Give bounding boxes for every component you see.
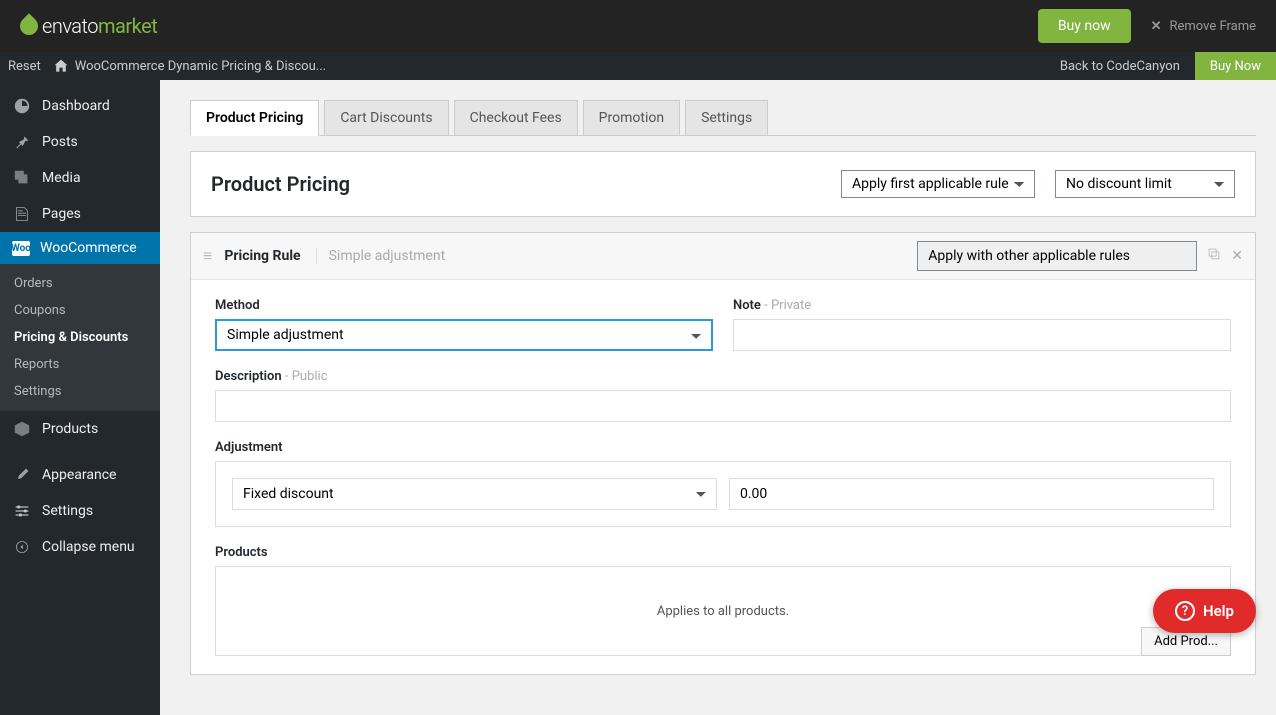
- sidebar-label: Products: [42, 421, 98, 437]
- description-label: Description - Public: [215, 369, 1231, 384]
- tab-product-pricing[interactable]: Product Pricing: [190, 100, 319, 136]
- close-rule-icon[interactable]: ✕: [1231, 248, 1243, 264]
- help-label: Help: [1203, 602, 1234, 620]
- back-to-codecanyon-link[interactable]: Back to CodeCanyon: [1045, 59, 1195, 74]
- duplicate-icon[interactable]: [1207, 247, 1221, 265]
- adjustment-label: Adjustment: [215, 440, 1231, 455]
- tabs-nav: Product Pricing Cart Discounts Checkout …: [190, 100, 1256, 136]
- woocommerce-icon: Woo: [12, 241, 30, 256]
- sidebar-sub-pricing[interactable]: Pricing & Discounts: [0, 324, 160, 351]
- products-box: Applies to all products. Add Prod...: [215, 566, 1231, 656]
- tab-promotion[interactable]: Promotion: [583, 100, 680, 135]
- dashboard-icon: [12, 96, 32, 116]
- adjustment-type-select[interactable]: Fixed discount: [232, 478, 717, 510]
- wp-admin-bar: Reset WooCommerce Dynamic Pricing & Disc…: [0, 52, 1276, 80]
- collapse-icon: [12, 537, 32, 557]
- sidebar-sub-reports[interactable]: Reports: [0, 351, 160, 378]
- products-label: Products: [215, 545, 1231, 560]
- sidebar-item-products[interactable]: Products: [0, 411, 160, 447]
- products-empty-text: Applies to all products.: [657, 604, 789, 619]
- panel-header: Product Pricing Apply first applicable r…: [190, 151, 1256, 217]
- rule-body: Method Simple adjustment Note - Private …: [191, 280, 1255, 674]
- products-icon: [12, 419, 32, 439]
- sidebar-label: Dashboard: [42, 98, 110, 114]
- sidebar-item-settings[interactable]: Settings: [0, 493, 160, 529]
- leaf-icon: [16, 13, 41, 38]
- adjustment-value-input[interactable]: [729, 478, 1214, 510]
- main-content: Product Pricing Cart Discounts Checkout …: [160, 80, 1276, 715]
- sidebar-sub-settings[interactable]: Settings: [0, 378, 160, 405]
- logo-text: envatomarket: [42, 14, 157, 38]
- pages-icon: [12, 204, 32, 224]
- drag-handle-icon[interactable]: ≡: [203, 246, 212, 266]
- rule-header: ≡ Pricing Rule Simple adjustment Apply w…: [191, 233, 1255, 280]
- sidebar-label: Pages: [42, 206, 81, 222]
- envato-topbar: envatomarket Buy now ✕ Remove Frame: [0, 0, 1276, 52]
- close-icon: ✕: [1151, 19, 1162, 34]
- method-select[interactable]: Simple adjustment: [215, 319, 713, 351]
- reset-link[interactable]: Reset: [8, 59, 41, 74]
- tab-settings[interactable]: Settings: [685, 100, 768, 135]
- envato-logo[interactable]: envatomarket: [20, 14, 157, 38]
- remove-frame-link[interactable]: ✕ Remove Frame: [1151, 19, 1256, 34]
- apply-rule-select[interactable]: Apply first applicable rule: [841, 170, 1035, 198]
- media-icon: [12, 168, 32, 188]
- sidebar-item-collapse[interactable]: Collapse menu: [0, 529, 160, 565]
- help-icon: ?: [1175, 601, 1195, 621]
- sidebar-item-media[interactable]: Media: [0, 160, 160, 196]
- sidebar-item-posts[interactable]: Posts: [0, 124, 160, 160]
- sidebar-sub-orders[interactable]: Orders: [0, 270, 160, 297]
- method-label: Method: [215, 298, 713, 313]
- rule-title: Pricing Rule: [224, 248, 316, 264]
- pin-icon: [12, 132, 32, 152]
- sidebar-submenu: Orders Coupons Pricing & Discounts Repor…: [0, 264, 160, 411]
- remove-frame-label: Remove Frame: [1170, 19, 1257, 34]
- sidebar-label: Posts: [42, 134, 78, 150]
- home-icon[interactable]: WooCommerce Dynamic Pricing & Discou...: [53, 58, 326, 74]
- note-input[interactable]: [733, 319, 1231, 351]
- sidebar-label: Appearance: [42, 467, 116, 483]
- sidebar-item-appearance[interactable]: Appearance: [0, 457, 160, 493]
- admin-sidebar: Dashboard Posts Media Pages Woo WooComme…: [0, 80, 160, 715]
- rule-subtitle: Simple adjustment: [329, 248, 446, 264]
- sidebar-label: WooCommerce: [40, 240, 137, 256]
- pricing-rule-box: ≡ Pricing Rule Simple adjustment Apply w…: [190, 232, 1256, 675]
- description-input[interactable]: [215, 390, 1231, 422]
- tab-checkout-fees[interactable]: Checkout Fees: [454, 100, 578, 135]
- sidebar-item-woocommerce[interactable]: Woo WooCommerce: [0, 232, 160, 264]
- adjustment-box: Fixed discount: [215, 461, 1231, 527]
- buy-now-top-link[interactable]: Buy Now: [1195, 52, 1276, 80]
- sliders-icon: [12, 501, 32, 521]
- brush-icon: [12, 465, 32, 485]
- site-title: WooCommerce Dynamic Pricing & Discou...: [75, 59, 326, 74]
- tab-cart-discounts[interactable]: Cart Discounts: [324, 100, 448, 135]
- sidebar-item-pages[interactable]: Pages: [0, 196, 160, 232]
- sidebar-label: Media: [42, 170, 81, 186]
- sidebar-label: Settings: [42, 503, 93, 519]
- sidebar-label: Collapse menu: [42, 539, 135, 555]
- sidebar-item-dashboard[interactable]: Dashboard: [0, 88, 160, 124]
- page-title: Product Pricing: [211, 172, 350, 196]
- rule-apply-select[interactable]: Apply with other applicable rules: [917, 241, 1197, 271]
- buy-now-button[interactable]: Buy now: [1038, 9, 1131, 43]
- sidebar-sub-coupons[interactable]: Coupons: [0, 297, 160, 324]
- discount-limit-select[interactable]: No discount limit: [1055, 170, 1235, 198]
- help-button[interactable]: ? Help: [1153, 589, 1256, 633]
- note-label: Note - Private: [733, 298, 1231, 313]
